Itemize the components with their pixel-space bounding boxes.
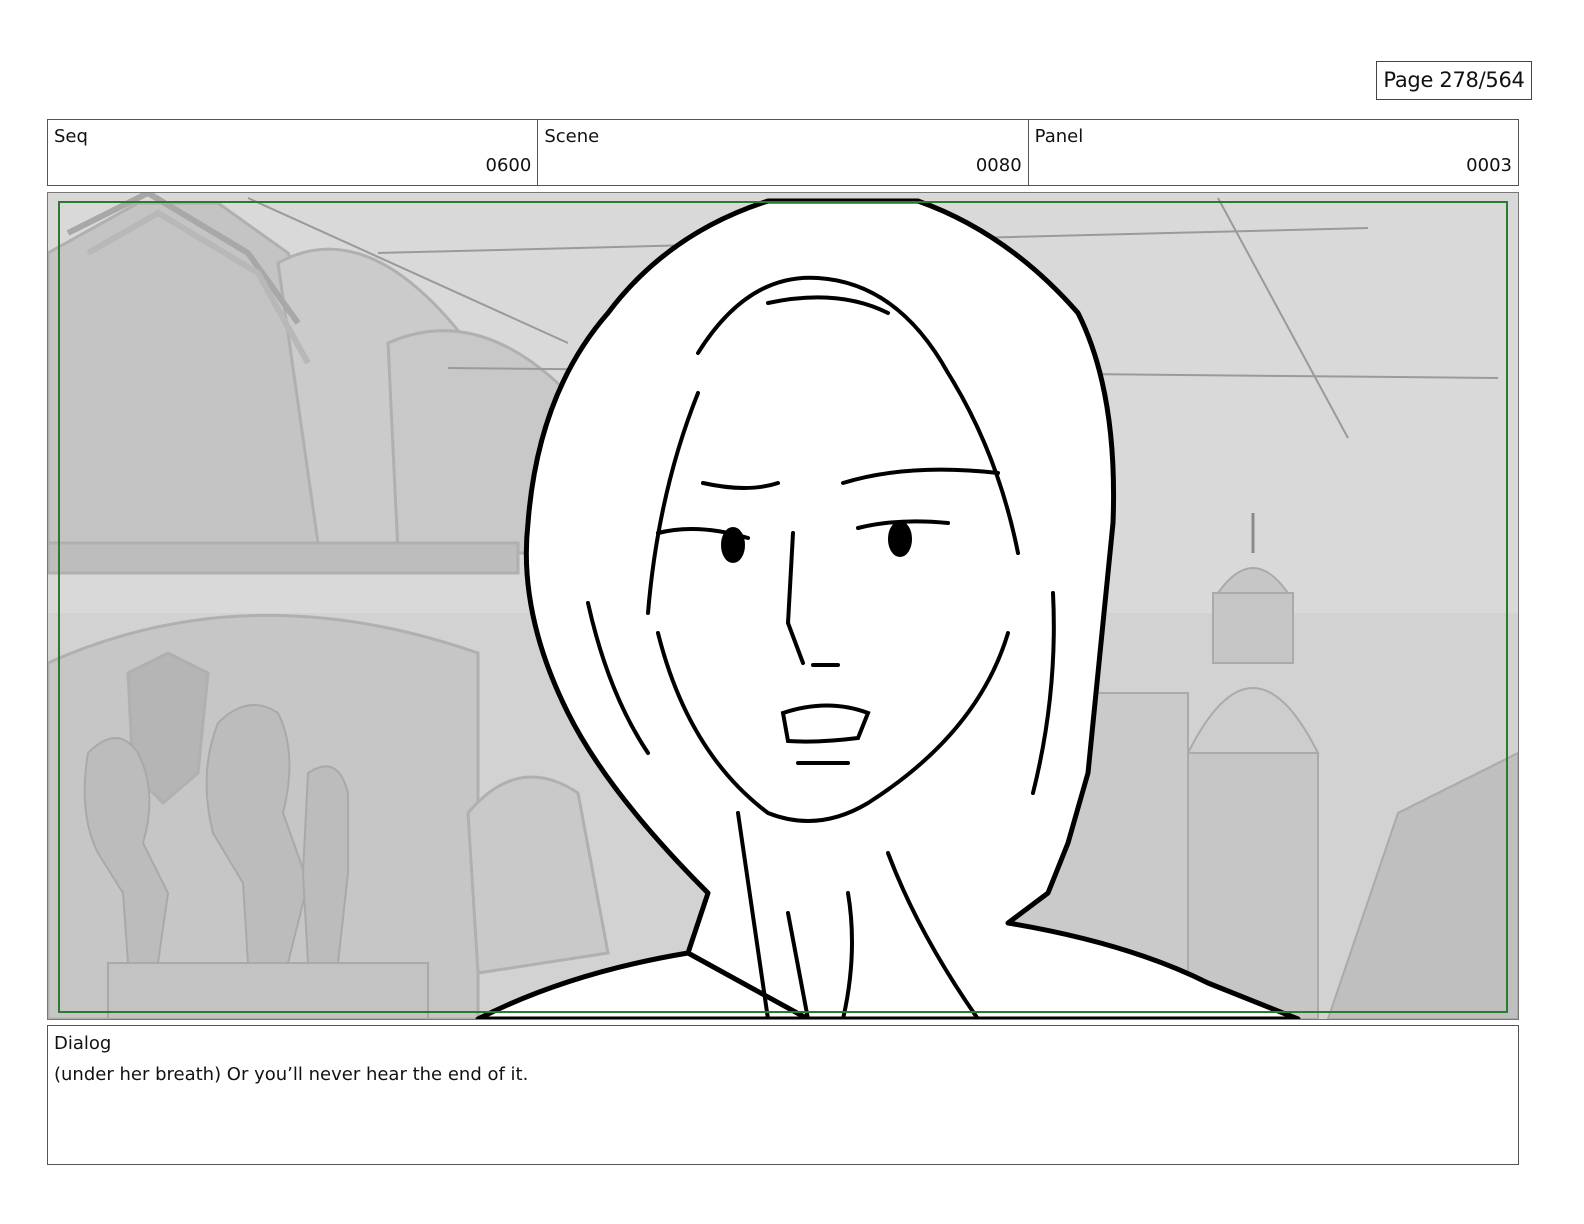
scene-cell: Scene 0080 <box>538 120 1029 185</box>
panel-cell: Panel 0003 <box>1029 120 1518 185</box>
dialog-box: Dialog (under her breath) Or you’ll neve… <box>47 1025 1519 1165</box>
seq-label: Seq <box>54 126 88 147</box>
scene-value: 0080 <box>975 155 1022 176</box>
panel-header: Seq 0600 Scene 0080 Panel 0003 <box>47 119 1519 186</box>
storyboard-drawing <box>48 193 1518 1019</box>
panel-value: 0003 <box>1466 155 1512 176</box>
seq-cell: Seq 0600 <box>48 120 539 185</box>
storyboard-frame <box>47 192 1519 1020</box>
dialog-text: (under her breath) Or you’ll never hear … <box>54 1064 529 1085</box>
dialog-label: Dialog <box>54 1033 112 1054</box>
page-number: Page 278/564 <box>1376 61 1532 100</box>
scene-label: Scene <box>544 126 600 147</box>
panel-label: Panel <box>1034 126 1084 147</box>
seq-value: 0600 <box>485 155 532 176</box>
